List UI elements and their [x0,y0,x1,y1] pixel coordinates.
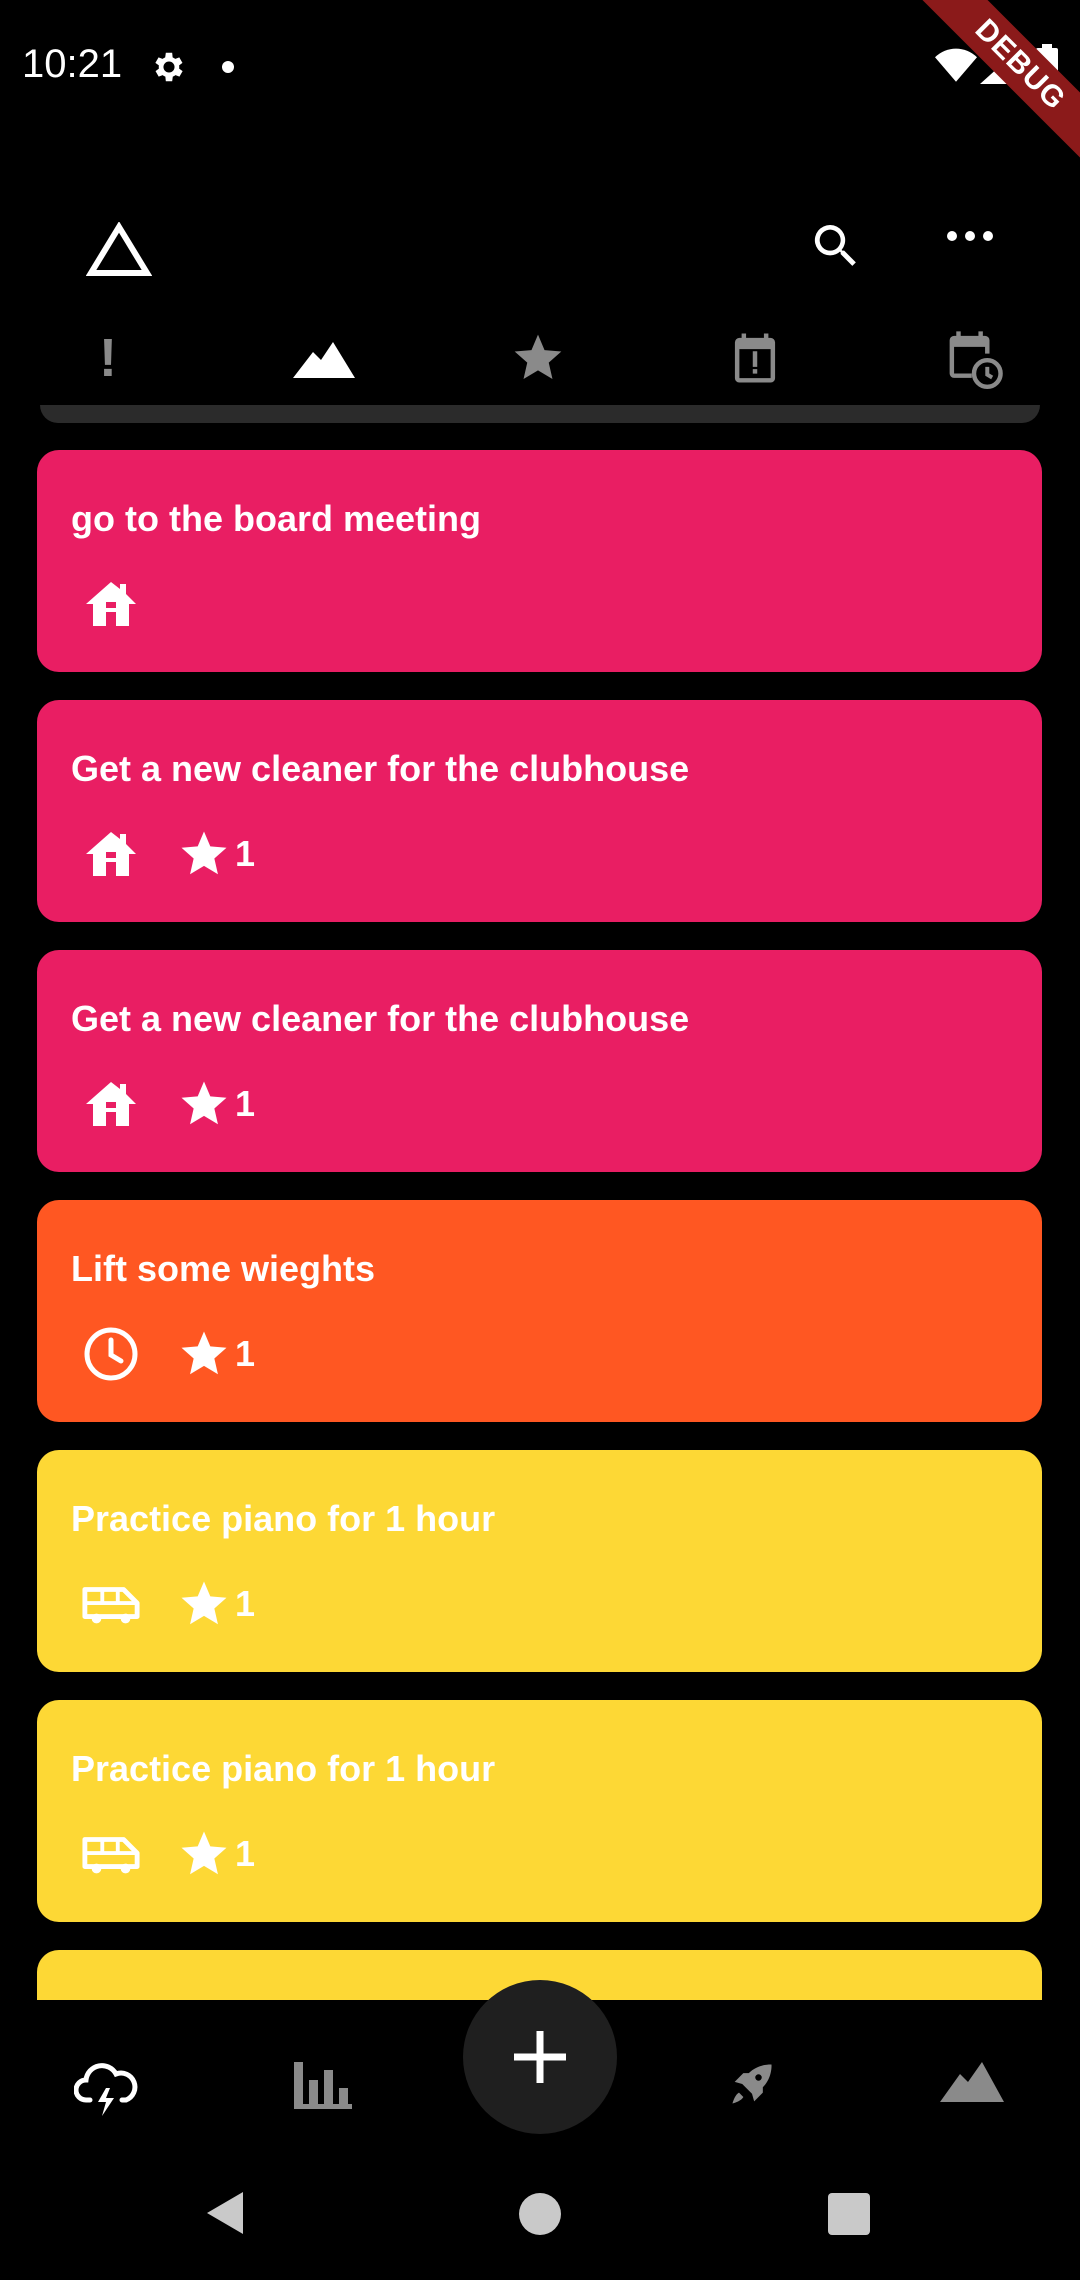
list-top-edge [40,405,1040,423]
task-title: Practice piano for 1 hour [71,1498,496,1539]
star-count: 1 [235,1083,256,1124]
house-icon [81,1076,141,1132]
filter-tab-bar: ! [0,318,1080,398]
task-card[interactable]: go to the board meeting [37,450,1042,672]
status-bar: 10:21 [0,0,1080,140]
task-card[interactable]: Lift some wieghts 1 [37,1200,1042,1422]
star-icon [181,1581,227,1625]
tab-scheduled[interactable] [934,318,1014,398]
notification-dot-icon [222,61,234,73]
star-icon [181,1081,227,1125]
star-count: 1 [235,1833,256,1874]
more-options-button[interactable] [946,230,994,242]
recents-icon[interactable] [828,2193,870,2235]
system-nav-bar [0,2160,1080,2280]
calendar-alert-icon [734,333,776,383]
task-card[interactable]: Practice piano for 1 hour 1 [37,1450,1042,1672]
task-title: Get a new cleaner for the clubhouse [71,748,690,789]
task-title: Practice piano for 1 hour [71,1748,496,1789]
back-icon[interactable] [205,2190,245,2236]
cloud-lightning-icon [74,2063,138,2116]
rocket-icon [732,2064,772,2104]
task-title: Get a new cleaner for the clubhouse [71,998,690,1039]
nav-sync-button[interactable] [74,2058,138,2118]
bar-chart-icon [294,2062,352,2109]
settings-gear-icon [150,48,188,86]
wifi-icon [935,48,977,84]
task-card[interactable]: Get a new cleaner for the clubhouse 1 [37,700,1042,922]
mountain-icon [940,2062,1004,2102]
task-title: Lift some wieghts [71,1248,376,1289]
nav-goals-button[interactable] [940,2058,1004,2102]
tab-goals[interactable] [284,318,364,398]
task-card[interactable]: Get a new cleaner for the clubhouse 1 [37,950,1042,1172]
van-icon [81,1826,141,1882]
search-button[interactable] [808,218,864,274]
star-count: 1 [235,1333,256,1374]
tab-starred[interactable] [498,318,578,398]
star-count: 1 [235,833,256,874]
task-title: go to the board meeting [71,498,481,539]
status-time: 10:21 [22,42,123,86]
tab-due[interactable] [715,318,795,398]
app-logo-triangle-icon [86,222,152,278]
tab-urgent[interactable]: ! [68,318,148,398]
star-icon [514,334,562,379]
star-icon [181,831,227,875]
star-icon [181,1831,227,1875]
home-icon[interactable] [519,2193,561,2235]
add-task-button[interactable] [463,1980,617,2134]
task-list: go to the board meeting Get a new cleane… [37,450,1042,2000]
van-icon [81,1576,141,1632]
task-card[interactable]: Practice piano for 1 hour 1 [37,1700,1042,1922]
house-icon [81,576,141,632]
nav-launch-button[interactable] [726,2058,778,2110]
clock-icon [81,1326,141,1382]
calendar-clock-icon [949,331,1003,389]
exclamation-icon: ! [99,328,117,388]
nav-stats-button[interactable] [294,2058,352,2110]
add-icon [514,2031,566,2083]
star-icon [181,1331,227,1375]
house-icon [81,826,141,882]
star-count: 1 [235,1583,256,1624]
mountain-icon [293,342,355,378]
